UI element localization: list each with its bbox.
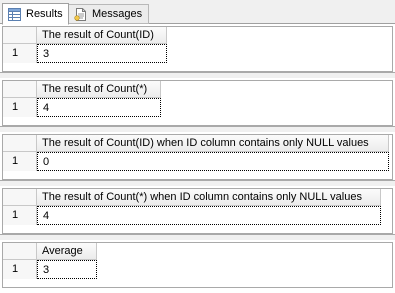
grid-separator: [0, 126, 395, 132]
result-grid-2: The result of Count(*) 1 4: [2, 80, 393, 126]
grid-corner: [3, 189, 37, 206]
result-grid-1: The result of Count(ID) 1 3: [2, 26, 393, 72]
row-header[interactable]: 1: [3, 98, 37, 117]
grid-corner: [3, 243, 37, 260]
result-cell[interactable]: 4: [37, 206, 381, 225]
result-cell[interactable]: 3: [37, 44, 167, 63]
message-document-icon: [74, 7, 87, 21]
grid-corner: [3, 135, 37, 152]
grid-separator: [0, 180, 395, 186]
grid-separator: [0, 234, 395, 240]
row-header[interactable]: 1: [3, 44, 37, 63]
column-header[interactable]: The result of Count(*): [37, 81, 161, 98]
tab-results[interactable]: Results: [2, 3, 69, 25]
row-header[interactable]: 1: [3, 206, 37, 225]
column-header[interactable]: Average: [37, 243, 97, 260]
result-grid-5: Average 1 3: [2, 242, 393, 288]
row-header[interactable]: 1: [3, 260, 37, 279]
grid-icon: [8, 7, 21, 21]
grid-corner: [3, 27, 37, 44]
column-header[interactable]: The result of Count(ID) when ID column c…: [37, 135, 389, 152]
results-tab-bar: Results Messages: [0, 0, 395, 25]
tab-results-label: Results: [26, 7, 63, 20]
column-header[interactable]: The result of Count(*) when ID column co…: [37, 189, 381, 206]
tab-messages-label: Messages: [92, 7, 143, 20]
result-cell[interactable]: 4: [37, 98, 161, 117]
grid-separator: [0, 72, 395, 78]
result-cell[interactable]: 3: [37, 260, 97, 279]
column-header[interactable]: The result of Count(ID): [37, 27, 167, 44]
result-grid-3: The result of Count(ID) when ID column c…: [2, 134, 393, 180]
row-header[interactable]: 1: [3, 152, 37, 171]
tab-messages[interactable]: Messages: [69, 4, 149, 24]
grid-corner: [3, 81, 37, 98]
result-grid-4: The result of Count(*) when ID column co…: [2, 188, 393, 234]
result-cell[interactable]: 0: [37, 152, 389, 171]
